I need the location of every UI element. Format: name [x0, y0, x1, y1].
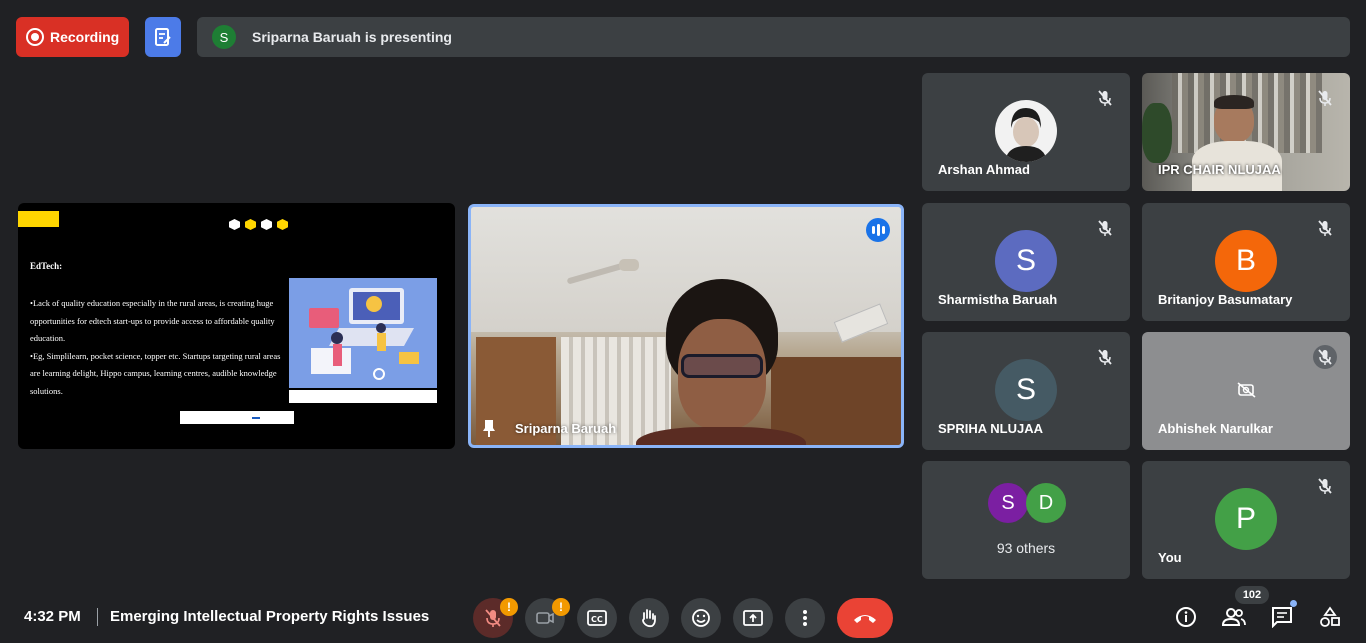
- slide-image-caption-bar: [289, 390, 437, 403]
- meeting-notes-button[interactable]: [145, 17, 181, 57]
- slide-footer-bar: [180, 411, 294, 424]
- people-button[interactable]: [1221, 604, 1247, 630]
- participant-name: SPRIHA NLUJAA: [938, 421, 1043, 436]
- meeting-clock: 4:32 PM: [24, 608, 81, 625]
- captions-icon: CC: [587, 610, 607, 626]
- activities-button[interactable]: [1317, 604, 1343, 630]
- participant-photo: [995, 100, 1057, 162]
- slide-footer-chip: [252, 416, 260, 419]
- mic-off-icon: [1318, 220, 1332, 236]
- chat-button[interactable]: [1269, 600, 1297, 630]
- activities-icon: [1320, 606, 1340, 627]
- present-icon: [743, 610, 763, 626]
- chat-unread-dot: [1290, 600, 1297, 607]
- mic-off-icon: [485, 609, 501, 627]
- presentation-tile[interactable]: EdTech: •Lack of quality education espec…: [18, 203, 455, 449]
- participant-tile[interactable]: S Sharmistha Baruah: [922, 203, 1130, 321]
- emoji-icon: [692, 609, 710, 627]
- mic-off-icon: [1098, 90, 1112, 106]
- mic-warning-badge: !: [500, 598, 518, 616]
- participant-tile[interactable]: IPR CHAIR NLUJAA: [1142, 73, 1350, 191]
- participant-count-badge: 102: [1235, 586, 1269, 604]
- divider: [97, 608, 98, 626]
- mic-off-icon: [1098, 220, 1112, 236]
- mic-off-icon: [1098, 349, 1112, 365]
- mic-off-icon: [1318, 90, 1332, 106]
- recording-label: Recording: [50, 29, 120, 45]
- leave-call-button[interactable]: [837, 598, 893, 638]
- others-avatar: D: [1026, 483, 1066, 523]
- participant-tile[interactable]: Abhishek Narulkar: [1142, 332, 1350, 450]
- main-speaker-tile[interactable]: Sriparna Baruah: [468, 204, 904, 448]
- self-avatar: P: [1215, 488, 1277, 550]
- recording-button[interactable]: Recording: [16, 17, 129, 57]
- speaker-name: Sriparna Baruah: [515, 421, 617, 436]
- participant-tile[interactable]: B Britanjoy Basumatary: [1142, 203, 1350, 321]
- raise-hand-button[interactable]: [629, 598, 669, 638]
- present-now-button[interactable]: [733, 598, 773, 638]
- camera-warning-badge: !: [552, 598, 570, 616]
- slide-bullet: •Eg, Simplilearn, pocket science, topper…: [30, 350, 281, 396]
- record-icon: [26, 28, 44, 46]
- more-vert-icon: [803, 610, 807, 626]
- participant-name: IPR CHAIR NLUJAA: [1158, 162, 1281, 177]
- meeting-details-button[interactable]: [1173, 604, 1199, 630]
- others-count: 93 others: [996, 540, 1056, 556]
- participant-name: Britanjoy Basumatary: [1158, 292, 1293, 307]
- others-avatar: S: [988, 483, 1028, 523]
- participant-name: Sharmistha Baruah: [938, 292, 1058, 307]
- edtech-illustration: [289, 278, 437, 388]
- camera-off-icon: [536, 612, 554, 624]
- chat-icon: [1272, 607, 1292, 628]
- participant-avatar: S: [995, 230, 1057, 292]
- slide-bullet: •Lack of quality education especially in…: [30, 298, 275, 343]
- slide-body: •Lack of quality education especially in…: [30, 295, 288, 400]
- notes-icon: [155, 28, 171, 46]
- camera-off-icon: [1237, 382, 1256, 398]
- mic-off-icon: [1318, 349, 1332, 365]
- participant-name: You: [1158, 550, 1182, 565]
- captions-button[interactable]: CC: [577, 598, 617, 638]
- meeting-title: Emerging Intellectual Property Rights Is…: [110, 608, 430, 625]
- raise-hand-icon: [642, 609, 656, 628]
- call-end-icon: [854, 615, 876, 623]
- speaking-indicator-icon: [866, 218, 890, 242]
- others-tile[interactable]: S D 93 others: [922, 461, 1130, 579]
- self-tile[interactable]: P You: [1142, 461, 1350, 579]
- info-icon: [1176, 607, 1196, 627]
- presenting-banner: S Sriparna Baruah is presenting: [197, 17, 1350, 57]
- svg-text:CC: CC: [591, 615, 603, 624]
- slide-hex-dots: [229, 219, 288, 230]
- slide-title: EdTech:: [30, 261, 63, 271]
- mic-off-icon: [1318, 478, 1332, 494]
- participant-name: Abhishek Narulkar: [1158, 421, 1273, 436]
- slide-accent-bar: [18, 211, 59, 227]
- pin-icon: [483, 420, 495, 437]
- more-options-button[interactable]: [785, 598, 825, 638]
- participant-avatar: B: [1215, 230, 1277, 292]
- reactions-button[interactable]: [681, 598, 721, 638]
- people-icon: [1222, 608, 1246, 626]
- participant-avatar: S: [995, 359, 1057, 421]
- participant-tile[interactable]: Arshan Ahmad: [922, 73, 1130, 191]
- participant-name: Arshan Ahmad: [938, 162, 1030, 177]
- presenting-text: Sriparna Baruah is presenting: [252, 29, 452, 45]
- presenter-avatar: S: [212, 25, 236, 49]
- participant-tile[interactable]: S SPRIHA NLUJAA: [922, 332, 1130, 450]
